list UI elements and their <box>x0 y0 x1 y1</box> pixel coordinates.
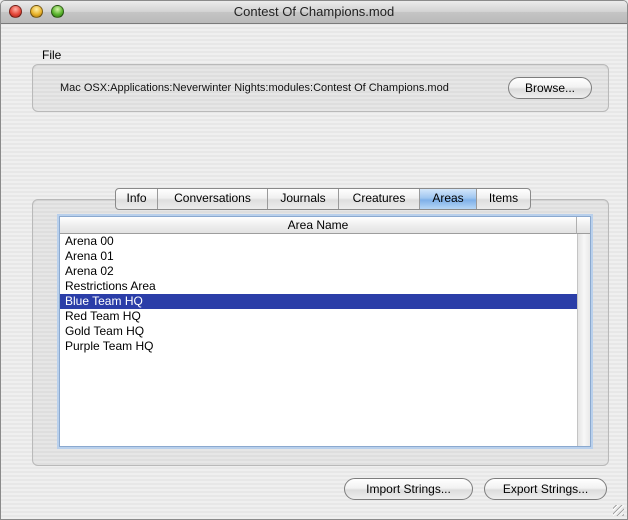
resize-grip-icon[interactable] <box>613 505 624 516</box>
areas-table[interactable]: Area Name Arena 00 Arena 01 Arena 02 Res… <box>59 216 591 447</box>
table-row[interactable]: Red Team HQ <box>60 309 577 324</box>
table-row[interactable]: Gold Team HQ <box>60 324 577 339</box>
table-row-selected[interactable]: Blue Team HQ <box>60 294 577 309</box>
window-title: Contest Of Champions.mod <box>233 4 395 19</box>
table-rows: Arena 00 Arena 01 Arena 02 Restrictions … <box>60 234 577 354</box>
browse-button[interactable]: Browse... <box>508 77 592 99</box>
file-section-label: File <box>42 48 62 62</box>
title-bar[interactable]: Contest Of Champions.mod <box>1 1 627 24</box>
column-header-area-name[interactable]: Area Name <box>60 217 577 234</box>
tab-items[interactable]: Items <box>477 189 530 209</box>
file-path-text: Mac OSX:Applications:Neverwinter Nights:… <box>60 82 449 94</box>
tab-journals[interactable]: Journals <box>268 189 339 209</box>
header-corner <box>577 217 590 234</box>
tab-bar: Info Conversations Journals Creatures Ar… <box>115 188 531 210</box>
tab-info[interactable]: Info <box>116 189 158 209</box>
import-strings-button[interactable]: Import Strings... <box>344 478 473 500</box>
vertical-scrollbar[interactable] <box>577 234 590 446</box>
table-row[interactable]: Purple Team HQ <box>60 339 577 354</box>
table-row[interactable]: Arena 02 <box>60 264 577 279</box>
table-row[interactable]: Arena 00 <box>60 234 577 249</box>
tab-creatures[interactable]: Creatures <box>339 189 420 209</box>
app-window: Contest Of Champions.mod File Mac OSX:Ap… <box>0 0 628 520</box>
tab-conversations[interactable]: Conversations <box>158 189 268 209</box>
export-strings-button[interactable]: Export Strings... <box>484 478 607 500</box>
table-row[interactable]: Restrictions Area <box>60 279 577 294</box>
tab-areas[interactable]: Areas <box>420 189 477 209</box>
table-row[interactable]: Arena 01 <box>60 249 577 264</box>
